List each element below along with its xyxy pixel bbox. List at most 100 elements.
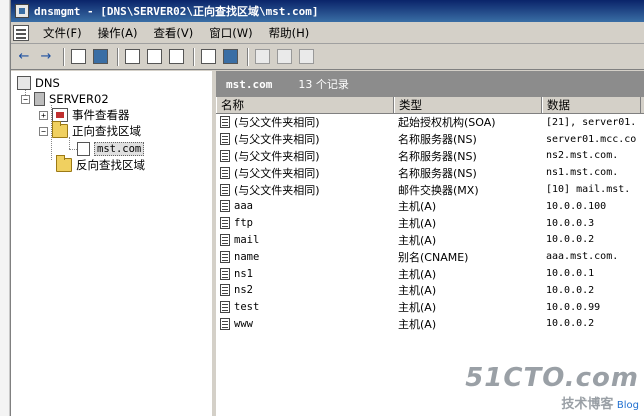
record-row[interactable]: (与父文件夹相同) 起始授权机构(SOA) [21], server01. [216, 114, 644, 131]
tree-label-server: SERVER02 [49, 92, 109, 106]
record-icon [220, 200, 230, 213]
record-icon [220, 149, 230, 162]
record-type: 起始授权机构(SOA) [398, 116, 496, 130]
tree-node-server[interactable]: − SERVER02 [21, 91, 109, 107]
tree-node-zone-mst[interactable]: mst.com [77, 141, 145, 157]
record-type: 名称服务器(NS) [398, 133, 477, 147]
record-name: test [234, 301, 260, 314]
column-header-type[interactable]: 类型 [394, 97, 542, 113]
record-data: 10.0.0.1 [546, 268, 595, 280]
zone-file-icon [77, 142, 90, 156]
record-data: aaa.mst.com. [546, 251, 619, 263]
properties-icon[interactable] [123, 48, 141, 66]
record-row[interactable]: mail 主机(A) 10.0.0.2 [216, 232, 644, 249]
record-icon [220, 301, 230, 314]
record-row[interactable]: (与父文件夹相同) 邮件交换器(MX) [10] mail.mst. [216, 181, 644, 198]
expand-icon[interactable]: + [39, 110, 48, 120]
watermark-logo: 51CTO.com [465, 363, 639, 393]
record-type: 名称服务器(NS) [398, 149, 477, 163]
mmc-window: dnsmgmt - [DNS\SERVER02\正向查找区域\mst.com] … [10, 0, 644, 416]
folder-open-icon [52, 121, 68, 138]
record-row[interactable]: ftp 主机(A) 10.0.0.3 [216, 215, 644, 232]
toolbar-separator [193, 47, 195, 66]
record-data: server01.mcc.co [546, 133, 637, 145]
record-row[interactable]: (与父文件夹相同) 名称服务器(NS) server01.mcc.co [216, 131, 644, 148]
column-header-name[interactable]: 名称 [216, 97, 394, 113]
record-type: 主机(A) [398, 317, 437, 331]
record-name: aaa [234, 200, 253, 213]
mmc-app-icon [15, 4, 29, 18]
up-folder-icon[interactable] [69, 48, 87, 66]
console-icon[interactable] [221, 48, 239, 66]
details-header: mst.com 13 个记录 [216, 71, 644, 97]
details-zone-name: mst.com [226, 77, 273, 91]
record-icon [220, 133, 230, 146]
window-title: dnsmgmt - [DNS\SERVER02\正向查找区域\mst.com] [34, 5, 319, 18]
toolbar-separator [247, 47, 249, 66]
toolbar-separator [117, 47, 119, 66]
record-count: 13 个记录 [298, 78, 349, 91]
details-pane: mst.com 13 个记录 名称 类型 数据 (与父文件夹相同) 起始授权机构(… [216, 71, 644, 416]
record-type: 名称服务器(NS) [398, 166, 477, 180]
record-icon [220, 217, 230, 230]
back-arrow-icon[interactable]: ← [15, 48, 33, 66]
record-name: (与父文件夹相同) [234, 133, 320, 147]
menu-help[interactable]: 帮助(H) [261, 25, 318, 41]
record-row[interactable]: ns2 主机(A) 10.0.0.2 [216, 282, 644, 299]
column-headers: 名称 类型 数据 [216, 97, 644, 114]
record-data: 10.0.0.2 [546, 284, 595, 296]
record-name: mail [234, 233, 260, 246]
record-data: 10.0.0.2 [546, 234, 595, 246]
column-header-data[interactable]: 数据 [542, 97, 641, 113]
record-icon [220, 317, 230, 330]
document-icon[interactable] [13, 24, 29, 41]
help-icon[interactable] [199, 48, 217, 66]
refresh-icon[interactable] [145, 48, 163, 66]
record-data: 10.0.0.2 [546, 318, 595, 330]
tree-label-event-viewer: 事件查看器 [72, 108, 130, 122]
console-tree: DNS − SERVER02 + 事件查看器 − 正向查找区域 mst.com [11, 71, 216, 416]
tree-label-dns: DNS [35, 76, 60, 90]
title-bar[interactable]: dnsmgmt - [DNS\SERVER02\正向查找区域\mst.com] [11, 0, 644, 22]
new-record-icon[interactable] [275, 48, 293, 66]
record-icon [220, 166, 230, 179]
record-row[interactable]: aaa 主机(A) 10.0.0.100 [216, 198, 644, 215]
tree-node-reverse-zones[interactable]: 反向查找区域 [56, 155, 145, 173]
record-icon [220, 250, 230, 263]
menu-window[interactable]: 窗口(W) [201, 25, 260, 41]
menu-action[interactable]: 操作(A) [90, 25, 146, 41]
watermark: 51CTO.com 技术博客 Blog [465, 363, 639, 412]
record-data: 10.0.0.99 [546, 301, 601, 313]
record-row[interactable]: name 别名(CNAME) aaa.mst.com. [216, 248, 644, 265]
record-data: [10] mail.mst. [546, 184, 631, 196]
record-type: 主机(A) [398, 217, 437, 231]
record-data: [21], server01. [546, 116, 637, 128]
server-icon [34, 92, 45, 106]
record-row[interactable]: www 主机(A) 10.0.0.2 [216, 316, 644, 333]
folder-icon [56, 155, 72, 172]
tree-node-dns[interactable]: DNS [17, 75, 60, 91]
new-domain-icon[interactable] [297, 48, 315, 66]
record-name: (与父文件夹相同) [234, 149, 320, 163]
record-row[interactable]: (与父文件夹相同) 名称服务器(NS) ns1.mst.com. [216, 164, 644, 181]
export-list-icon[interactable] [167, 48, 185, 66]
record-name: www [234, 317, 253, 330]
event-log-icon [52, 108, 68, 122]
collapse-icon[interactable]: − [21, 94, 30, 104]
record-data: 10.0.0.100 [546, 200, 607, 212]
collapse-icon[interactable]: − [39, 126, 48, 136]
record-data: ns2.mst.com. [546, 150, 619, 162]
record-row[interactable]: test 主机(A) 10.0.0.99 [216, 299, 644, 316]
record-row[interactable]: (与父文件夹相同) 名称服务器(NS) ns2.mst.com. [216, 148, 644, 165]
toolbar-separator [63, 47, 65, 66]
menu-view[interactable]: 查看(V) [145, 25, 201, 41]
menu-file[interactable]: 文件(F) [35, 25, 90, 41]
menu-bar: 文件(F) 操作(A) 查看(V) 窗口(W) 帮助(H) [11, 22, 644, 44]
record-row[interactable]: ns1 主机(A) 10.0.0.1 [216, 265, 644, 282]
tree-node-forward-zones[interactable]: − 正向查找区域 [39, 121, 141, 139]
forward-arrow-icon[interactable]: → [37, 48, 55, 66]
record-icon [220, 267, 230, 280]
server-icon[interactable] [253, 48, 271, 66]
show-tree-icon[interactable] [91, 48, 109, 66]
record-type: 主机(A) [398, 233, 437, 247]
